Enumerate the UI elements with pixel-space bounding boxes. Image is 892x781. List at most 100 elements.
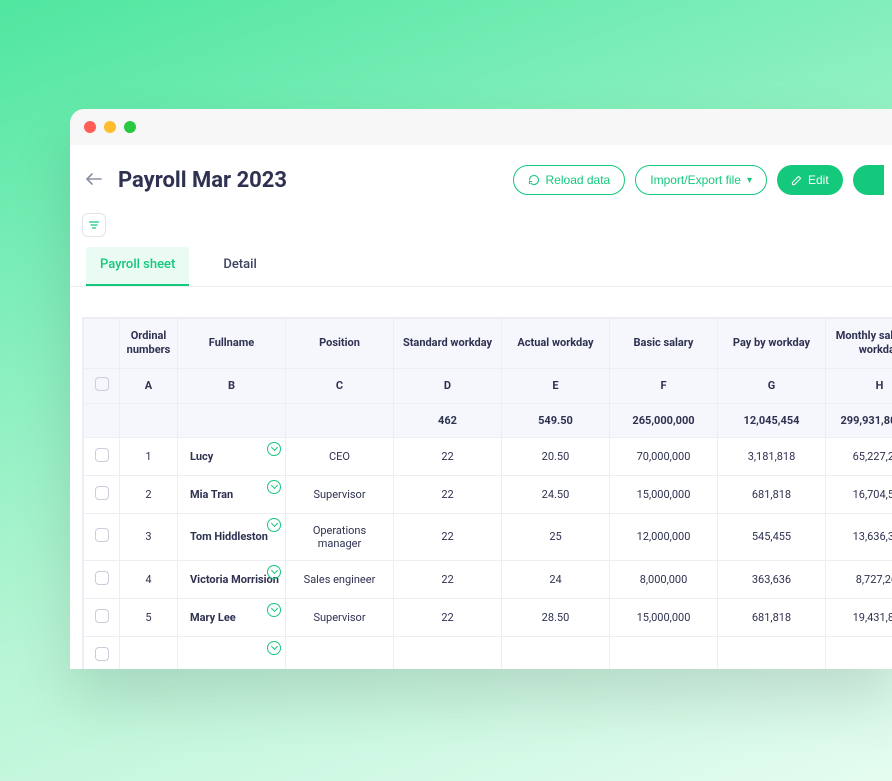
- cell-standard-workday: 22: [394, 560, 502, 598]
- row-checkbox-cell[interactable]: [84, 560, 120, 598]
- reload-data-label: Reload data: [546, 173, 611, 187]
- edit-label: Edit: [808, 173, 829, 187]
- window-maximize-button[interactable]: [124, 121, 136, 133]
- cell-basic-salary: 70,000,000: [610, 437, 718, 475]
- cell-standard-workday: 22: [394, 437, 502, 475]
- cell-pay-by-workday: 545,455: [718, 513, 826, 560]
- cell-position: Sales engineer: [286, 560, 394, 598]
- chevron-down-icon: ▾: [747, 175, 752, 186]
- reload-icon: [528, 174, 540, 186]
- edit-button[interactable]: Edit: [777, 165, 843, 195]
- cell-ordinal: 2: [120, 475, 178, 513]
- import-export-button[interactable]: Import/Export file ▾: [635, 165, 767, 195]
- header-position: Position: [286, 319, 394, 369]
- cell-fullname: [178, 636, 286, 669]
- window-minimize-button[interactable]: [104, 121, 116, 133]
- table-row[interactable]: 4Victoria MorrisionSales engineer22248,0…: [84, 560, 892, 598]
- row-checkbox-cell[interactable]: [84, 437, 120, 475]
- row-checkbox[interactable]: [95, 528, 109, 542]
- totals-blank: [120, 403, 178, 437]
- totals-blank: [178, 403, 286, 437]
- col-letter: A: [120, 368, 178, 403]
- letter-checkbox-cell[interactable]: [84, 368, 120, 403]
- app-window: Payroll Mar 2023 Reload data Import/Expo…: [70, 109, 892, 669]
- cell-position: Supervisor: [286, 598, 394, 636]
- col-letter: E: [502, 368, 610, 403]
- col-letter: G: [718, 368, 826, 403]
- cell-fullname: Mary Lee: [178, 598, 286, 636]
- table-row[interactable]: [84, 636, 892, 669]
- table-row[interactable]: 1LucyCEO2220.5070,000,0003,181,81865,227…: [84, 437, 892, 475]
- cell-ordinal: 4: [120, 560, 178, 598]
- cell-ordinal: 3: [120, 513, 178, 560]
- window-content: Payroll Mar 2023 Reload data Import/Expo…: [70, 145, 892, 669]
- window-close-button[interactable]: [84, 121, 96, 133]
- table-row[interactable]: 3Tom HiddlestonOperations manager222512,…: [84, 513, 892, 560]
- row-expand-icon[interactable]: [267, 518, 281, 532]
- cell-actual-workday: 24.50: [502, 475, 610, 513]
- totals-blank: [84, 403, 120, 437]
- reload-data-button[interactable]: Reload data: [513, 165, 626, 195]
- pencil-icon: [791, 175, 802, 186]
- header-fullname: Fullname: [178, 319, 286, 369]
- back-button[interactable]: [82, 168, 106, 193]
- cell-fullname: Lucy: [178, 437, 286, 475]
- page-header: Payroll Mar 2023 Reload data Import/Expo…: [70, 165, 892, 213]
- header-actual-workday: Actual workday: [502, 319, 610, 369]
- cell-standard-workday: 22: [394, 513, 502, 560]
- cell-standard-workday: 22: [394, 598, 502, 636]
- header-pay-by-workday: Pay by workday: [718, 319, 826, 369]
- cell-ordinal: 1: [120, 437, 178, 475]
- table-totals-row: 462 549.50 265,000,000 12,045,454 299,93…: [84, 403, 892, 437]
- row-checkbox[interactable]: [95, 486, 109, 500]
- cell-actual-workday: 25: [502, 513, 610, 560]
- row-expand-icon[interactable]: [267, 480, 281, 494]
- row-expand-icon[interactable]: [267, 442, 281, 456]
- header-checkbox-cell: [84, 319, 120, 369]
- header-basic-salary: Basic salary: [610, 319, 718, 369]
- cell-actual-workday: [502, 636, 610, 669]
- col-letter: H: [826, 368, 892, 403]
- row-checkbox[interactable]: [95, 609, 109, 623]
- row-expand-icon[interactable]: [267, 603, 281, 617]
- row-checkbox[interactable]: [95, 448, 109, 462]
- cell-position: Supervisor: [286, 475, 394, 513]
- table-row[interactable]: 2Mia TranSupervisor2224.5015,000,000681,…: [84, 475, 892, 513]
- totals-actual-workday: 549.50: [502, 403, 610, 437]
- table-letter-row: A B C D E F G H: [84, 368, 892, 403]
- cell-ordinal: [120, 636, 178, 669]
- cell-actual-workday: 28.50: [502, 598, 610, 636]
- cell-monthly-salary: 16,704,541: [826, 475, 892, 513]
- select-all-checkbox[interactable]: [95, 377, 109, 391]
- cell-position: [286, 636, 394, 669]
- tab-payroll-sheet[interactable]: Payroll sheet: [86, 247, 189, 286]
- row-expand-icon[interactable]: [267, 641, 281, 655]
- col-letter: B: [178, 368, 286, 403]
- cell-monthly-salary: [826, 636, 892, 669]
- row-checkbox-cell[interactable]: [84, 513, 120, 560]
- totals-monthly-salary: 299,931,804.50: [826, 403, 892, 437]
- filter-button[interactable]: [82, 213, 106, 237]
- table-row[interactable]: 5Mary LeeSupervisor2228.5015,000,000681,…: [84, 598, 892, 636]
- payroll-table: Ordinal numbers Fullname Position Standa…: [83, 318, 892, 669]
- cell-monthly-salary: 65,227,269: [826, 437, 892, 475]
- overflow-action-button[interactable]: [853, 165, 884, 195]
- cell-pay-by-workday: 3,181,818: [718, 437, 826, 475]
- row-expand-icon[interactable]: [267, 565, 281, 579]
- row-checkbox-cell[interactable]: [84, 475, 120, 513]
- window-titlebar: [70, 109, 892, 145]
- cell-fullname: Victoria Morrision: [178, 560, 286, 598]
- tab-detail[interactable]: Detail: [217, 247, 262, 286]
- header-standard-workday: Standard workday: [394, 319, 502, 369]
- cell-pay-by-workday: 363,636: [718, 560, 826, 598]
- row-checkbox[interactable]: [95, 647, 109, 661]
- row-checkbox[interactable]: [95, 571, 109, 585]
- row-checkbox-cell[interactable]: [84, 636, 120, 669]
- cell-position: Operations manager: [286, 513, 394, 560]
- table-header-row: Ordinal numbers Fullname Position Standa…: [84, 319, 892, 369]
- totals-blank: [286, 403, 394, 437]
- row-checkbox-cell[interactable]: [84, 598, 120, 636]
- tab-label: Payroll sheet: [100, 257, 175, 272]
- col-letter: F: [610, 368, 718, 403]
- arrow-left-icon: [86, 172, 102, 186]
